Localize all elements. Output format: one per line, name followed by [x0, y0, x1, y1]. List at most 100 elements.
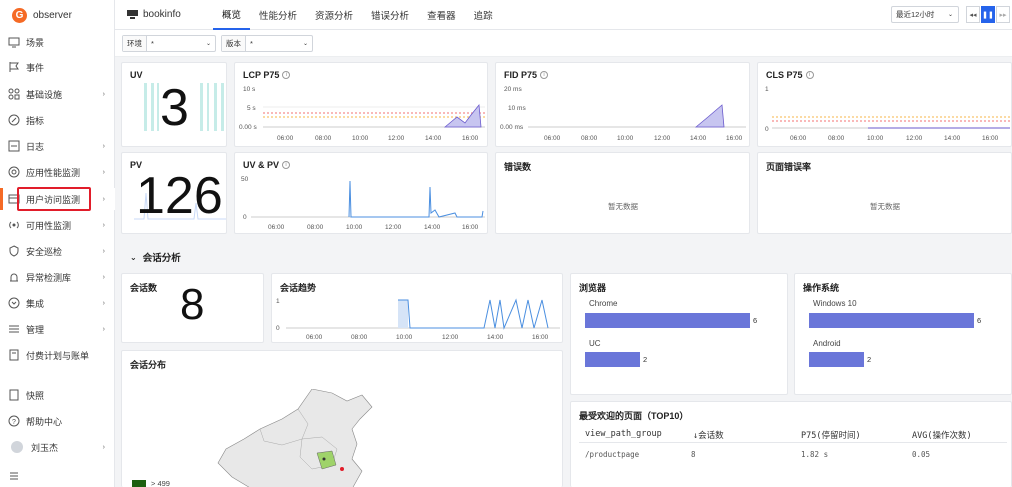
table-header[interactable]: ↓会话数 [693, 429, 724, 441]
page-error-rate-card: 页面错误率 暂无数据 [757, 152, 1012, 234]
info-icon[interactable]: i [540, 71, 549, 79]
signal-icon [9, 221, 19, 229]
bar-label: UC [589, 339, 601, 348]
tab-trace[interactable]: 追踪 [465, 0, 502, 30]
y-tick: 0 [243, 214, 247, 221]
sidebar-item-security[interactable]: 安全巡检 › [0, 240, 115, 262]
session-map-card: 会话分布 > 499 [121, 350, 563, 487]
info-icon[interactable]: i [282, 161, 291, 169]
x-tick: 14:00 [487, 334, 504, 341]
tab-overview[interactable]: 概览 [213, 0, 251, 30]
session-count-value: 8 [180, 280, 205, 329]
chevron-down-icon: ⌄ [130, 252, 137, 262]
collapse-icon [10, 472, 18, 480]
legend-label: > 499 [151, 479, 170, 487]
info-icon[interactable]: i [805, 71, 814, 79]
app-selector[interactable]: bookinfo [115, 9, 213, 20]
collapse-sidebar-button[interactable] [0, 464, 115, 486]
apm-icon [8, 166, 20, 178]
no-data-text: 暂无数据 [608, 202, 638, 211]
card-title: CLS P75 i [766, 70, 814, 80]
table-header[interactable]: view_path_group [585, 429, 662, 439]
cls-card: CLS P75 i 1 0 06:00 08:00 10:00 12:00 14:… [757, 62, 1012, 147]
sidebar-item-scene[interactable]: 场景 [0, 31, 115, 53]
env-filter[interactable]: 环境 * ⌄ [122, 35, 216, 52]
pause-button[interactable]: ❚❚ [981, 6, 995, 23]
x-tick: 12:00 [906, 135, 923, 142]
env-filter-value[interactable]: * ⌄ [147, 36, 215, 51]
tab-errors[interactable]: 错误分析 [362, 0, 418, 30]
card-title: 最受欢迎的页面（TOP10） [579, 411, 689, 421]
observer-logo-icon: G [12, 7, 27, 23]
env-filter-label: 环境 [123, 36, 147, 51]
time-range-select[interactable]: 最近12小时 ⌄ [891, 6, 959, 23]
rewind-button[interactable]: ◂◂ [966, 6, 980, 23]
sidebar-item-label: 应用性能监测 [26, 167, 81, 178]
y-tick: 5 s [247, 105, 256, 112]
sidebar-item-management[interactable]: 管理 › [0, 318, 115, 340]
monitor-icon [8, 37, 20, 48]
sidebar-item-metrics[interactable]: 指标 [0, 109, 115, 131]
chevron-right-icon: › [102, 142, 105, 150]
error-count-card: 错误数 暂无数据 [495, 152, 750, 234]
os-card: 操作系统 Windows 10 6 Android 2 [794, 273, 1012, 395]
info-icon[interactable]: i [282, 71, 291, 79]
chevron-right-icon: › [102, 273, 105, 281]
card-title: 页面错误率 [766, 162, 812, 172]
uv-pv-chart: 50 0 06:00 08:00 10:00 12:00 14:00 16:00 [241, 176, 485, 231]
y-tick: 20 ms [504, 86, 522, 93]
x-tick: 16:00 [462, 135, 479, 142]
x-tick: 14:00 [944, 135, 961, 142]
x-tick: 08:00 [828, 135, 845, 142]
sidebar-item-events[interactable]: 事件 [0, 56, 115, 78]
divider [579, 442, 1007, 443]
x-tick: 06:00 [306, 334, 323, 341]
chevron-right-icon: › [102, 195, 105, 203]
bar-value: 2 [643, 355, 648, 364]
table-cell[interactable]: /productpage [585, 450, 639, 459]
forward-button[interactable]: ▸▸ [996, 6, 1010, 23]
chevron-right-icon: › [102, 325, 105, 333]
bar [809, 313, 974, 328]
sidebar-item-billing[interactable]: 付费计划与账单 [0, 344, 115, 366]
session-section-toggle[interactable]: ⌄ 会话分析 [130, 250, 181, 265]
table-header[interactable]: AVG(操作次数) [912, 429, 972, 441]
session-trend-chart: 1 0 06:00 08:00 10:00 12:00 14:00 16:00 [276, 298, 560, 341]
table-cell: 8 [691, 450, 696, 459]
x-tick: 16:00 [462, 224, 479, 231]
y-tick: 0.00 s [239, 124, 257, 131]
table-header[interactable]: P75(停留时间) [801, 429, 861, 441]
sidebar-item-logs[interactable]: 日志 › [0, 135, 115, 157]
tab-explorer[interactable]: 查看器 [418, 0, 465, 30]
billing-icon [9, 349, 19, 361]
logo[interactable]: G observer [0, 0, 114, 30]
alarm-icon [10, 273, 18, 282]
table-cell: 1.82 s [801, 450, 829, 459]
version-filter-label: 版本 [222, 36, 246, 51]
sidebar-item-snapshot[interactable]: 快照 [0, 384, 115, 406]
no-data-text: 暂无数据 [870, 202, 900, 211]
bar-label: Chrome [589, 299, 618, 308]
y-tick: 0 [276, 325, 280, 332]
sidebar-item-help[interactable]: ? 帮助中心 [0, 410, 115, 432]
sidebar-item-user[interactable]: 刘玉杰 › [0, 436, 115, 458]
chevron-down-icon: ⌄ [302, 41, 308, 47]
sidebar-item-infrastructure[interactable]: 基础设施 › [0, 83, 115, 105]
sidebar: G observer 场景 事件 基础设施 › 指标 日志 › 应用性能监测 ›… [0, 0, 115, 487]
bar [585, 352, 640, 367]
section-title: 会话分析 [142, 253, 181, 264]
user-name: 刘玉杰 [31, 442, 59, 453]
tab-performance[interactable]: 性能分析 [250, 0, 306, 30]
sidebar-item-label: 指标 [26, 115, 45, 126]
x-tick: 14:00 [425, 135, 442, 142]
sidebar-item-apm[interactable]: 应用性能监测 › [0, 161, 115, 183]
tab-resources[interactable]: 资源分析 [306, 0, 362, 30]
version-filter[interactable]: 版本 * ⌄ [221, 35, 313, 52]
x-tick: 08:00 [351, 334, 368, 341]
card-title: 会话数 [130, 283, 158, 293]
sidebar-item-anomaly[interactable]: 异常检测库 › [0, 266, 115, 288]
version-filter-value[interactable]: * ⌄ [246, 36, 312, 51]
sidebar-item-integrations[interactable]: 集成 › [0, 292, 115, 314]
x-tick: 10:00 [617, 135, 634, 142]
sidebar-item-synthetics[interactable]: 可用性监测 › [0, 214, 115, 236]
